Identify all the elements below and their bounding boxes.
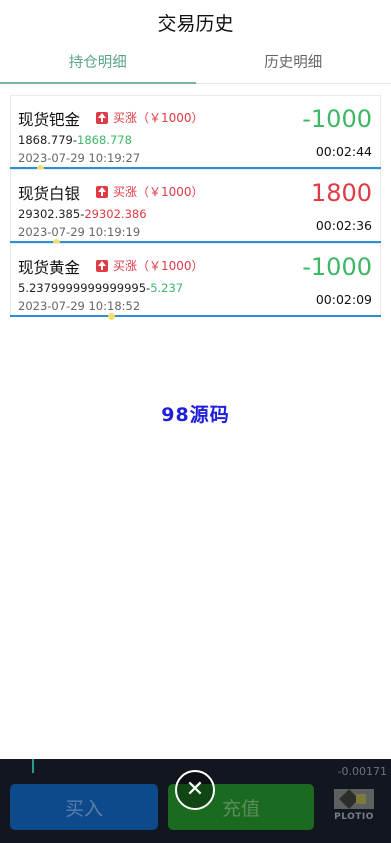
tab-bar: 持仓明细 历史明细	[0, 44, 391, 84]
bottom-trade-bar: -0.00171 买入 充值 ✕ PLOTIO	[0, 759, 391, 843]
price-pair: 29302.385-29302.386	[18, 207, 147, 221]
open-price: 1868.779-	[18, 133, 78, 147]
direction-label: 买涨（￥1000）	[113, 259, 204, 273]
sparkline-icon	[32, 759, 34, 773]
open-price: 29302.385-	[18, 207, 85, 221]
direction-badge: 买涨（￥1000）	[96, 109, 204, 126]
page-title: 交易历史	[157, 12, 234, 35]
arrow-up-icon	[96, 185, 108, 198]
page-header: 交易历史	[0, 0, 391, 44]
tab-history[interactable]: 历史明细	[196, 44, 391, 83]
price-pair: 1868.779-1868.778	[18, 133, 132, 147]
direction-badge: 买涨（￥1000）	[96, 257, 204, 274]
buy-button[interactable]: 买入	[10, 784, 158, 830]
logo-text: PLOTIO	[334, 812, 374, 822]
trade-card[interactable]: 现货白银 买涨（￥1000） 29302.385-29302.386 2023-…	[10, 169, 381, 246]
close-icon: ✕	[185, 777, 205, 802]
progress-marker	[108, 313, 115, 320]
direction-badge: 买涨（￥1000）	[96, 183, 204, 200]
trade-card[interactable]: 现货钯金 买涨（￥1000） 1868.779-1868.778 2023-07…	[10, 95, 381, 172]
direction-label: 买涨（￥1000）	[113, 185, 204, 199]
arrow-up-icon	[96, 111, 108, 124]
trade-time: 2023-07-29 10:19:27	[18, 151, 141, 165]
price-change-readout: -0.00171	[337, 765, 387, 778]
progress-bar	[10, 315, 381, 317]
trade-name: 现货黄金	[18, 259, 81, 277]
trade-time: 2023-07-29 10:19:19	[18, 225, 141, 239]
countdown: 00:02:09	[315, 292, 372, 307]
current-price: 1868.778	[77, 133, 132, 147]
current-price: 5.237	[150, 281, 184, 295]
trade-card[interactable]: 现货黄金 买涨（￥1000） 5.2379999999999995-5.237 …	[10, 243, 381, 320]
trade-list: 现货钯金 买涨（￥1000） 1868.779-1868.778 2023-07…	[10, 95, 381, 320]
watermark-text: 98源码	[161, 404, 230, 426]
close-button[interactable]: ✕	[175, 770, 215, 810]
arrow-up-icon	[96, 259, 108, 272]
profit-loss: 1800	[310, 179, 372, 207]
countdown: 00:02:44	[315, 144, 372, 159]
brand-logo: PLOTIO	[330, 789, 378, 829]
trade-name: 现货白银	[18, 185, 81, 203]
trade-time: 2023-07-29 10:18:52	[18, 299, 141, 313]
logo-mark-icon	[334, 789, 374, 809]
direction-label: 买涨（￥1000）	[113, 111, 204, 125]
trade-name: 现货钯金	[18, 111, 81, 129]
profit-loss: -1000	[302, 105, 372, 133]
countdown: 00:02:36	[315, 218, 372, 233]
open-price: 5.2379999999999995-	[18, 281, 151, 295]
tab-positions[interactable]: 持仓明细	[0, 44, 196, 84]
current-price: 29302.386	[84, 207, 147, 221]
price-pair: 5.2379999999999995-5.237	[18, 281, 183, 295]
profit-loss: -1000	[302, 253, 372, 281]
